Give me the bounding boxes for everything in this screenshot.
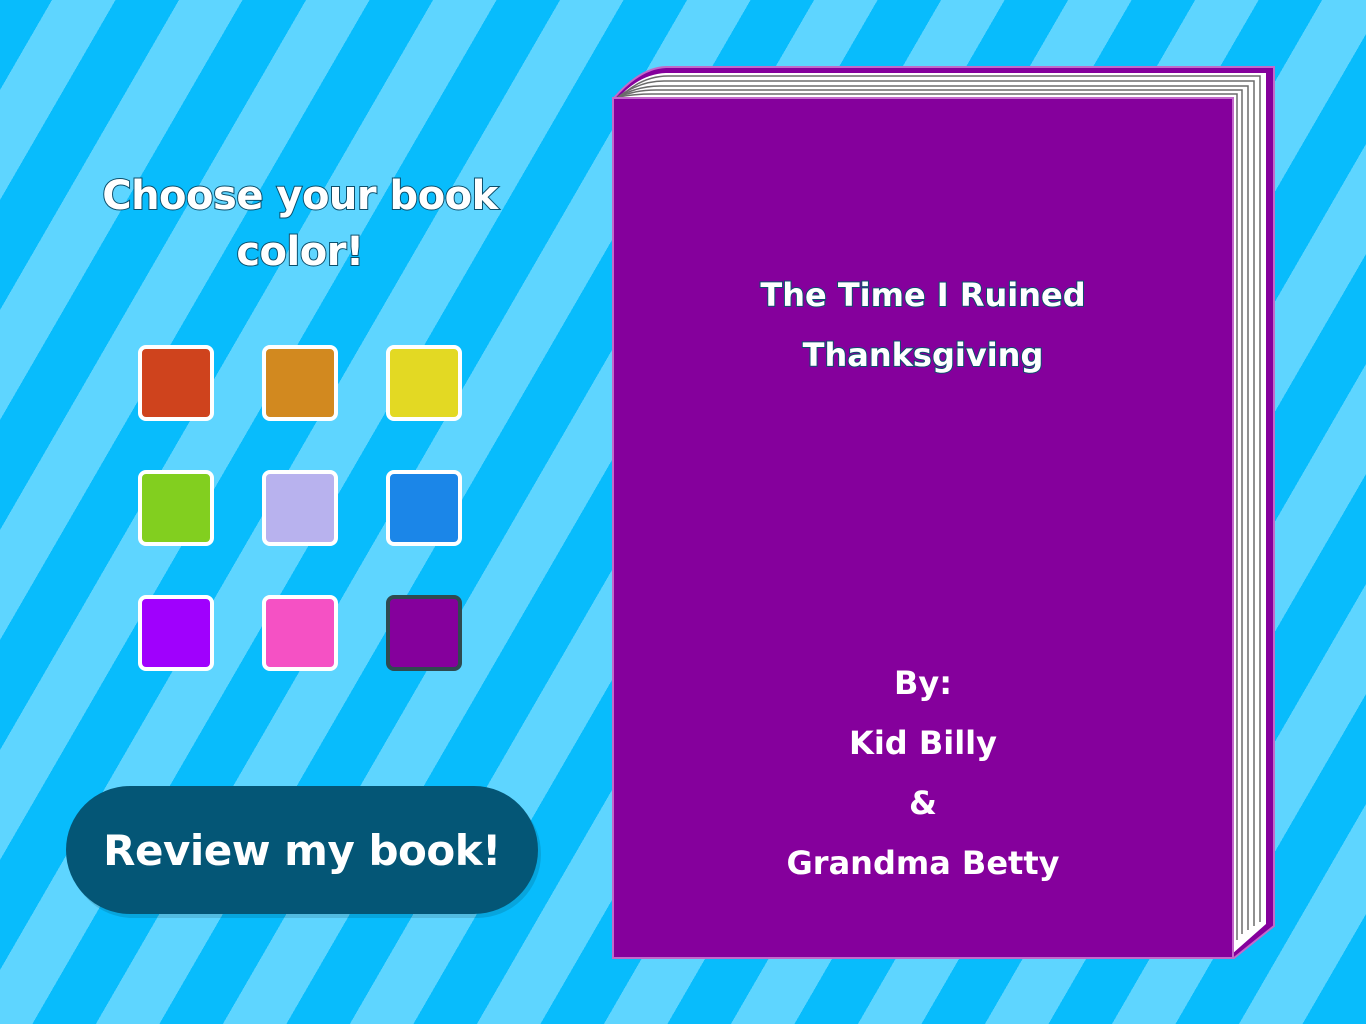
color-swatch-violet[interactable] xyxy=(138,595,214,671)
author-1: Kid Billy xyxy=(849,724,997,762)
book-cover: The Time I Ruined Thanksgiving By: Kid B… xyxy=(612,97,1234,959)
book-preview: The Time I Ruined Thanksgiving By: Kid B… xyxy=(610,64,1278,960)
choose-color-heading: Choose your book color! xyxy=(80,168,520,280)
book-authors: By: Kid Billy & Grandma Betty xyxy=(614,653,1232,893)
book-title-line-2: Thanksgiving xyxy=(802,335,1045,375)
color-swatch-red-orange[interactable] xyxy=(138,345,214,421)
book-title: The Time I Ruined Thanksgiving xyxy=(614,265,1232,385)
heading-line-2: color! xyxy=(235,228,365,276)
color-swatch-blue[interactable] xyxy=(386,470,462,546)
color-swatch-green[interactable] xyxy=(138,470,214,546)
color-swatch-grid xyxy=(138,345,468,679)
color-swatch-purple[interactable] xyxy=(386,595,462,671)
color-swatch-lavender[interactable] xyxy=(262,470,338,546)
by-label: By: xyxy=(893,664,953,702)
color-swatch-yellow[interactable] xyxy=(386,345,462,421)
color-swatch-pink[interactable] xyxy=(262,595,338,671)
author-2: Grandma Betty xyxy=(786,844,1060,882)
color-swatch-orange[interactable] xyxy=(262,345,338,421)
book-title-line-1: The Time I Ruined xyxy=(759,275,1086,315)
review-book-button[interactable]: Review my book! xyxy=(66,786,538,914)
heading-line-1: Choose your book xyxy=(101,172,499,220)
ampersand: & xyxy=(909,784,937,822)
